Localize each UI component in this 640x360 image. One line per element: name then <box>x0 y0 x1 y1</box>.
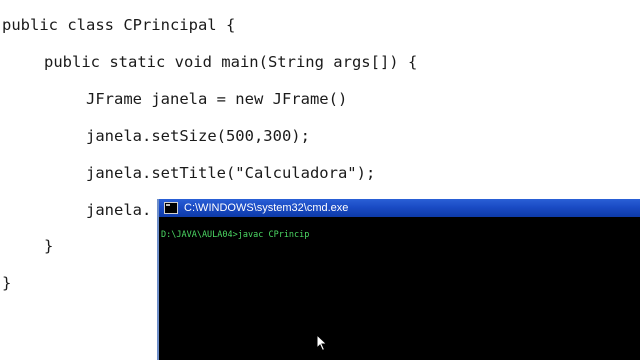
code-line-partial: janela. <box>86 201 152 219</box>
code-line-settitle: janela.setTitle("Calculadora"); <box>86 164 376 182</box>
code-line-close-main: } <box>44 237 54 255</box>
cmd-console[interactable]: D:\JAVA\AULA04>javac CPrincip <box>161 221 640 360</box>
cmd-window-title: C:\WINDOWS\system32\cmd.exe <box>184 202 349 214</box>
cmd-window-icon[interactable] <box>164 202 178 214</box>
code-line-class-decl: public class CPrincipal { <box>2 16 236 34</box>
cmd-window[interactable]: C:\WINDOWS\system32\cmd.exe D:\JAVA\AULA… <box>157 199 640 360</box>
mouse-pointer-icon <box>316 334 328 352</box>
screen: public class CPrincipal { public static … <box>0 0 640 360</box>
code-line-setsize: janela.setSize(500,300); <box>86 127 310 145</box>
code-line-jframe: JFrame janela = new JFrame() <box>86 90 348 108</box>
code-line-close-class: } <box>2 274 12 292</box>
cmd-prompt-line: D:\JAVA\AULA04>javac CPrincip <box>161 230 310 240</box>
code-line-main-decl: public static void main(String args[]) { <box>44 53 418 71</box>
cmd-titlebar[interactable]: C:\WINDOWS\system32\cmd.exe <box>159 199 640 217</box>
